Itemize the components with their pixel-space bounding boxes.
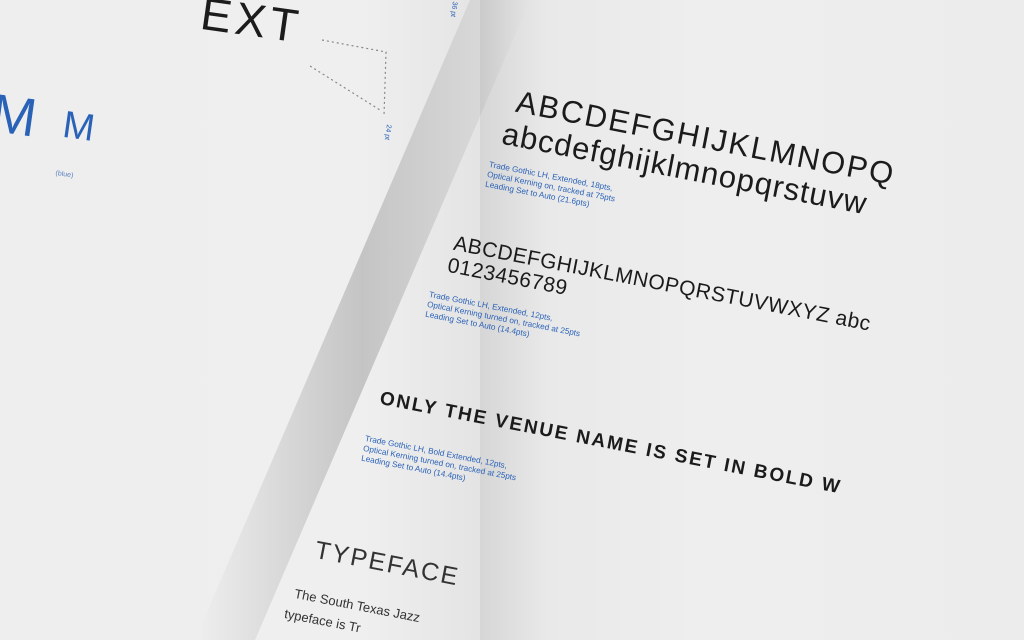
dimension-lines <box>309 39 387 117</box>
small-m-letter: M <box>60 104 98 150</box>
